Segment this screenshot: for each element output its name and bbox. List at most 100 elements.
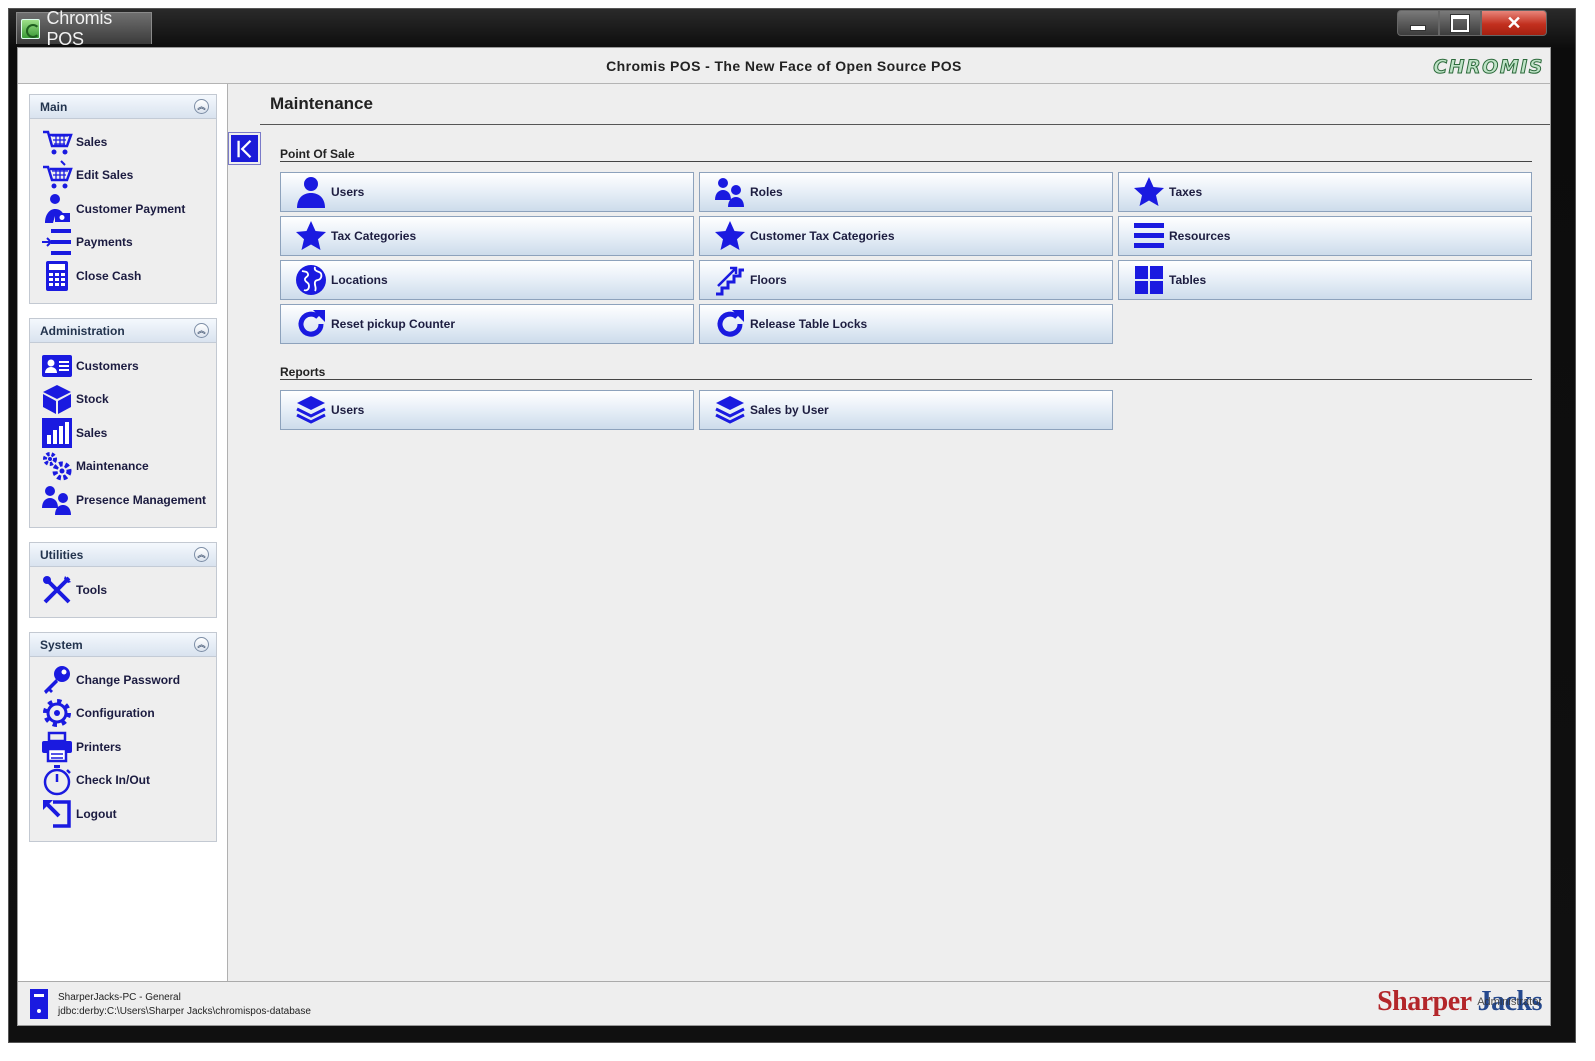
sidebar-item-logout[interactable]: Logout xyxy=(40,797,216,831)
tile-tables[interactable]: Tables xyxy=(1118,260,1532,300)
refresh-icon xyxy=(295,307,329,341)
tile-release-table-locks[interactable]: Release Table Locks xyxy=(699,304,1113,344)
sidebar-item-customers[interactable]: Customers xyxy=(40,349,216,383)
tile-customer-tax-categories[interactable]: Customer Tax Categories xyxy=(699,216,1113,256)
tile-label: Users xyxy=(331,185,365,199)
sidebar-item-label: Change Password xyxy=(76,672,181,687)
collapse-chevron-icon[interactable]: ︽ xyxy=(194,323,209,338)
sidebar-item-stock[interactable]: Stock xyxy=(40,383,216,417)
sidebar-item-maintenance[interactable]: Maintenance xyxy=(40,450,216,484)
sidebar-item-label: Logout xyxy=(76,806,117,821)
panel-title: Utilities xyxy=(40,547,84,562)
collapse-chevron-icon[interactable]: ︽ xyxy=(194,99,209,114)
close-button[interactable]: ✕ xyxy=(1481,10,1547,36)
status-host: SharperJacks-PC - General xyxy=(58,992,181,1003)
layers-icon xyxy=(295,393,329,427)
collapse-left-icon xyxy=(236,139,251,158)
logout-icon xyxy=(40,798,74,830)
tile-locations[interactable]: Locations xyxy=(280,260,694,300)
gear-icon xyxy=(40,697,74,729)
layers-icon xyxy=(714,393,748,427)
sidebar: Main ︽ Sales Edit Sales Customer Payment… xyxy=(18,84,228,981)
header-title: Chromis POS - The New Face of Open Sourc… xyxy=(606,58,962,74)
tile-label: Floors xyxy=(750,273,787,287)
users-icon xyxy=(714,175,748,209)
section-divider xyxy=(280,161,1532,162)
sidebar-item-label: Check In/Out xyxy=(76,773,151,788)
panel-main: Main ︽ Sales Edit Sales Customer Payment… xyxy=(29,94,217,304)
sidebar-item-label: Sales xyxy=(76,134,108,149)
sidebar-item-payments[interactable]: Payments xyxy=(40,226,216,260)
panel-title: Administration xyxy=(40,323,125,338)
sidebar-item-admin-sales[interactable]: Sales xyxy=(40,416,216,450)
tile-label: Customer Tax Categories xyxy=(750,229,895,243)
tile-users[interactable]: Users xyxy=(280,172,694,212)
payments-icon xyxy=(40,226,74,258)
window-title-tab: Chromis POS xyxy=(16,8,152,49)
panel-utilities: Utilities ︽ Tools xyxy=(29,542,217,618)
panel-system: System ︽ Change Password Configuration P… xyxy=(29,632,217,842)
tile-resources[interactable]: Resources xyxy=(1118,216,1532,256)
tile-label: Locations xyxy=(331,273,388,287)
sidebar-item-configuration[interactable]: Configuration xyxy=(40,697,216,731)
tile-tax-categories[interactable]: Tax Categories xyxy=(280,216,694,256)
section-divider xyxy=(280,379,1532,380)
refresh-icon xyxy=(714,307,748,341)
client-area: Chromis POS - The New Face of Open Sourc… xyxy=(17,47,1551,1026)
sidebar-item-label: Payments xyxy=(76,235,133,250)
tile-label: Users xyxy=(331,403,365,417)
sidebar-item-change-password[interactable]: Change Password xyxy=(40,663,216,697)
sidebar-item-check-in-out[interactable]: Check In/Out xyxy=(40,764,216,798)
tile-label: Tax Categories xyxy=(331,229,417,243)
user-icon xyxy=(295,175,329,209)
star-icon xyxy=(295,219,329,253)
key-icon xyxy=(40,664,74,696)
panel-header[interactable]: Main ︽ xyxy=(30,95,216,119)
globe-icon xyxy=(295,263,329,297)
collapse-chevron-icon[interactable]: ︽ xyxy=(194,547,209,562)
cube-icon xyxy=(40,383,74,415)
minimize-button[interactable] xyxy=(1397,10,1439,36)
tile-roles[interactable]: Roles xyxy=(699,172,1113,212)
tile-reset-pickup-counter[interactable]: Reset pickup Counter xyxy=(280,304,694,344)
server-icon xyxy=(30,989,48,1019)
sidebar-item-tools[interactable]: Tools xyxy=(40,573,216,607)
collapse-sidebar-button[interactable] xyxy=(228,132,261,165)
sidebar-item-edit-sales[interactable]: Edit Sales xyxy=(40,159,216,193)
tile-floors[interactable]: Floors xyxy=(699,260,1113,300)
tile-taxes[interactable]: Taxes xyxy=(1118,172,1532,212)
customer-payment-icon xyxy=(40,193,74,225)
address-card-icon xyxy=(40,350,74,382)
sidebar-item-label: Maintenance xyxy=(76,459,149,474)
sidebar-item-label: Stock xyxy=(76,392,109,407)
tile-report-sales-by-user[interactable]: Sales by User xyxy=(699,390,1113,430)
tile-label: Tables xyxy=(1169,273,1207,287)
collapse-chevron-icon[interactable]: ︽ xyxy=(194,637,209,652)
brand-logo: CHROMIS xyxy=(1433,56,1544,79)
sidebar-item-label: Configuration xyxy=(76,706,155,721)
maximize-button[interactable] xyxy=(1439,10,1481,36)
tile-label: Reset pickup Counter xyxy=(331,317,456,331)
panel-header[interactable]: Administration ︽ xyxy=(30,319,216,343)
app-header: Chromis POS - The New Face of Open Sourc… xyxy=(18,48,1550,84)
tools-icon xyxy=(40,574,74,606)
tile-label: Sales by User xyxy=(750,403,829,417)
sidebar-item-label: Printers xyxy=(76,739,122,754)
sidebar-item-close-cash[interactable]: Close Cash xyxy=(40,259,216,293)
status-bar: SharperJacks-PC - General jdbc:derby:C:\… xyxy=(18,981,1550,1025)
sidebar-item-sales[interactable]: Sales xyxy=(40,125,216,159)
grid-icon xyxy=(1133,263,1167,297)
tile-label: Resources xyxy=(1169,229,1231,243)
panel-title: Main xyxy=(40,99,68,114)
sidebar-item-presence-management[interactable]: Presence Management xyxy=(40,483,216,517)
section-label-reports: Reports xyxy=(280,365,326,379)
panel-header[interactable]: Utilities ︽ xyxy=(30,543,216,567)
sidebar-item-customer-payment[interactable]: Customer Payment xyxy=(40,192,216,226)
tile-label: Roles xyxy=(750,185,783,199)
star-icon xyxy=(714,219,748,253)
panel-header[interactable]: System ︽ xyxy=(30,633,216,657)
sidebar-item-label: Customer Payment xyxy=(76,201,186,216)
calculator-icon xyxy=(40,260,74,292)
tile-report-users[interactable]: Users xyxy=(280,390,694,430)
sidebar-item-printers[interactable]: Printers xyxy=(40,730,216,764)
